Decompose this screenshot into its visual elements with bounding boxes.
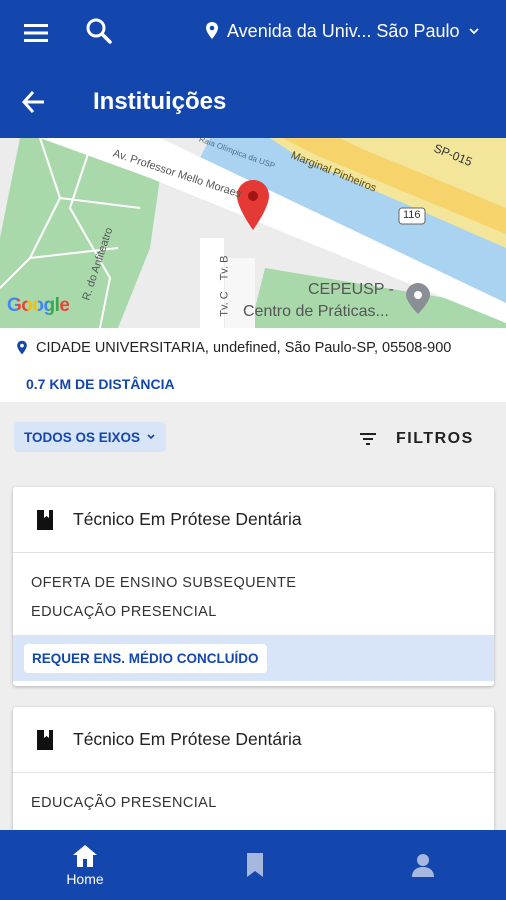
chevron-down-icon (147, 434, 155, 440)
map-label-tvb: Tv. B (218, 255, 231, 281)
requirement-badge: REQUER ENS. MÉDIO CONCLUÍDO (24, 643, 267, 673)
title-bar: Instituições (0, 66, 506, 138)
map-view[interactable]: Av. Professor Mello Moraes Raia Olímpica… (0, 138, 506, 328)
search-icon[interactable] (84, 16, 114, 46)
nav-home-label: Home (66, 871, 104, 887)
page-title: Instituições (93, 88, 227, 115)
map-label-cepeusp-1: CEPEUSP - (308, 281, 394, 298)
chevron-down-icon (468, 28, 479, 35)
distance-text: 0.7 KM DE DISTÂNCIA (26, 376, 175, 392)
axis-filter-label: TODOS OS EIXOS (24, 429, 141, 445)
bottom-navigation: Home (0, 830, 506, 900)
location-selector[interactable]: Avenida da Univ... São Paulo (205, 18, 480, 44)
book-icon (37, 729, 53, 750)
google-logo: Google (7, 295, 70, 317)
top-app-bar: Avenida da Univ... São Paulo (0, 0, 506, 66)
requirement-bar: REQUER ENS. MÉDIO CONCLUÍDO (13, 635, 494, 681)
course-card-header: Técnico Em Prótese Dentária (13, 707, 494, 773)
home-icon (73, 845, 97, 867)
nav-home[interactable]: Home (55, 830, 115, 900)
address-section: CIDADE UNIVERSITARIA, undefined, São Pau… (0, 328, 506, 402)
filters-button[interactable]: FILTROS (358, 424, 474, 454)
map-label-tvc: Tv. C (218, 291, 231, 317)
course-card[interactable]: Técnico Em Prótese Dentária EDUCAÇÃO PRE… (13, 707, 494, 847)
nav-profile[interactable] (393, 830, 453, 900)
back-arrow-icon[interactable] (20, 88, 48, 116)
course-title: Técnico Em Prótese Dentária (73, 509, 302, 529)
google-logo-text: Google (7, 295, 70, 316)
location-pin-icon (206, 22, 218, 39)
nav-bookmarks[interactable] (225, 830, 285, 900)
course-card[interactable]: Técnico Em Prótese Dentária OFERTA DE EN… (13, 487, 494, 686)
filters-label: FILTROS (396, 430, 474, 447)
bookmark-icon (247, 853, 263, 877)
person-icon (412, 854, 434, 877)
address-text: CIDADE UNIVERSITARIA, undefined, São Pau… (36, 340, 452, 356)
course-detail-line: EDUCAÇÃO PRESENCIAL (31, 795, 217, 811)
map-label-route: 116 (403, 209, 421, 221)
course-card-header: Técnico Em Prótese Dentária (13, 487, 494, 553)
location-pin-icon (17, 340, 27, 355)
address-row: CIDADE UNIVERSITARIA, undefined, São Pau… (16, 340, 451, 356)
axis-filter-chip[interactable]: TODOS OS EIXOS (14, 422, 167, 452)
menu-icon[interactable] (22, 20, 50, 46)
course-detail-line: EDUCAÇÃO PRESENCIAL (31, 604, 217, 620)
map-label-cepeusp-2: Centro de Práticas... (243, 303, 389, 320)
filter-icon (360, 433, 376, 445)
book-icon (37, 509, 53, 530)
course-detail-line: OFERTA DE ENSINO SUBSEQUENTE (31, 575, 297, 591)
course-title: Técnico Em Prótese Dentária (73, 729, 302, 749)
location-text: Avenida da Univ... São Paulo (227, 20, 460, 41)
